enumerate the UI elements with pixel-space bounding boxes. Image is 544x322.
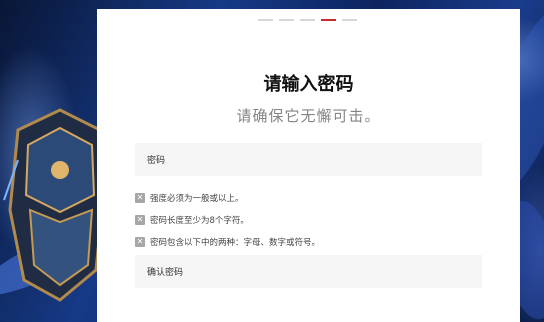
page-subtitle: 请确保它无懈可击。 (236, 107, 381, 125)
armor-character-art (3, 108, 109, 302)
password-rule: ✕ 密码长度至少为8个字符。 (135, 214, 320, 226)
confirm-password-placeholder: 确认密码 (147, 268, 184, 278)
password-setup-panel: 请输入密码 请确保它无懈可击。 密码 ✕ 强度必须为一般或以上。 ✕ 密码长度至… (97, 9, 520, 322)
step-5 (342, 19, 357, 21)
step-2 (279, 19, 294, 21)
step-3 (300, 19, 315, 21)
password-rule: ✕ 密码包含以下中的两种：字母、数字或符号。 (135, 236, 320, 248)
page-title: 请输入密码 (263, 74, 354, 95)
password-rule: ✕ 强度必须为一般或以上。 (135, 192, 320, 204)
password-input[interactable]: 密码 (135, 143, 482, 176)
x-icon: ✕ (135, 193, 145, 203)
password-placeholder: 密码 (147, 156, 166, 166)
password-rules: ✕ 强度必须为一般或以上。 ✕ 密码长度至少为8个字符。 ✕ 密码包含以下中的两… (135, 192, 320, 258)
step-indicator (258, 19, 357, 21)
rule-text: 密码长度至少为8个字符。 (150, 216, 249, 226)
step-1 (258, 19, 273, 21)
rule-text: 密码包含以下中的两种：字母、数字或符号。 (150, 238, 321, 248)
confirm-password-input[interactable]: 确认密码 (135, 255, 482, 288)
x-icon: ✕ (135, 215, 145, 225)
x-icon: ✕ (135, 237, 145, 247)
rule-text: 强度必须为一般或以上。 (150, 194, 244, 204)
step-4-active (321, 19, 336, 21)
